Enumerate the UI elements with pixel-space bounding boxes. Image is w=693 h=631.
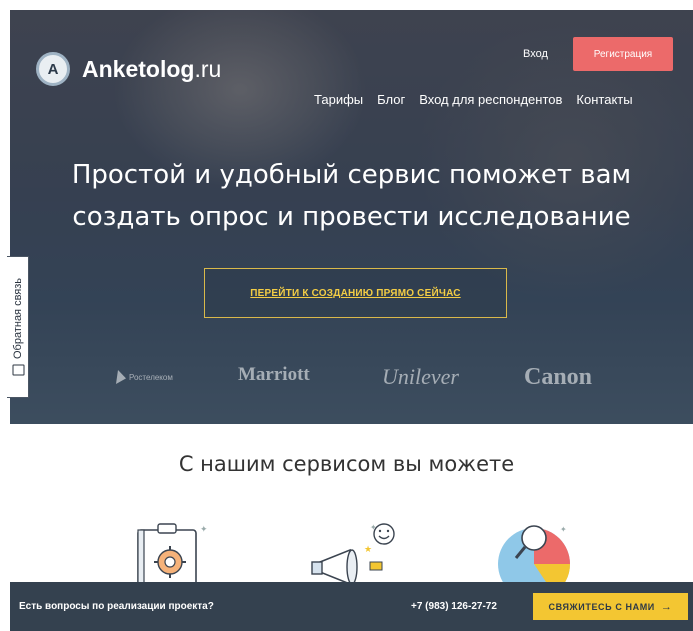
svg-text:✦: ✦ [200,525,208,535]
register-button[interactable]: Регистрация [573,37,673,71]
analytics-pie-icon: ✦ [498,525,571,584]
nav-item-respondents-login[interactable]: Вход для респондентов [419,92,562,107]
rostelecom-mark-icon [116,370,126,384]
site-logo[interactable]: A Anketolog.ru [36,52,221,86]
feedback-label: Обратная связь [11,277,24,360]
svg-text:✦: ✦ [560,525,567,534]
features-title: С нашим сервисом вы можете [178,452,515,476]
nav-item-contacts[interactable]: Контакты [576,92,632,107]
contact-footer-bar: Есть вопросы по реализации проекта? +7 (… [10,582,693,631]
hero-banner: A Anketolog.ru Вход Регистрация Тарифы Б… [10,10,693,424]
client-logos: Ростелеком Marriott Unilever Canon [110,364,630,394]
brand-logo-unilever: Unilever [382,364,459,389]
logo-text: Anketolog.ru [82,55,222,82]
feedback-tab[interactable]: Обратная связь [7,256,29,398]
nav-item-blog[interactable]: Блог [377,92,405,107]
create-survey-cta-button[interactable]: ПЕРЕЙТИ К СОЗДАНИЮ ПРЯМО СЕЙЧАС [204,268,507,318]
hero-headline: Простой и удобный сервис поможет вам соз… [71,160,632,232]
nav-item-pricing[interactable]: Тарифы [314,92,363,107]
logo-icon: A [36,52,70,86]
login-link[interactable]: Вход [523,48,548,60]
brand-logo-canon: Canon [524,364,593,390]
main-nav: Тарифы Блог Вход для респондентов Контак… [314,92,633,107]
svg-text:✦: ✦ [370,523,377,532]
phone-number-link[interactable]: +7 (983) 126-27-72 [411,601,497,612]
settings-document-icon: ✦ [137,523,208,584]
megaphone-icon: ★ ✦ [311,523,395,584]
brand-logo-marriott: Marriott [238,364,310,385]
questions-text: Есть вопросы по реализации проекта? [19,601,214,612]
contact-us-button[interactable]: СВЯЖИТЕСЬ С НАМИ → [533,593,688,620]
feedback-icon [11,364,24,376]
brand-logo-rostelecom: Ростелеком [116,370,173,384]
svg-text:★: ★ [364,545,372,555]
arrow-right-icon: → [660,600,673,613]
